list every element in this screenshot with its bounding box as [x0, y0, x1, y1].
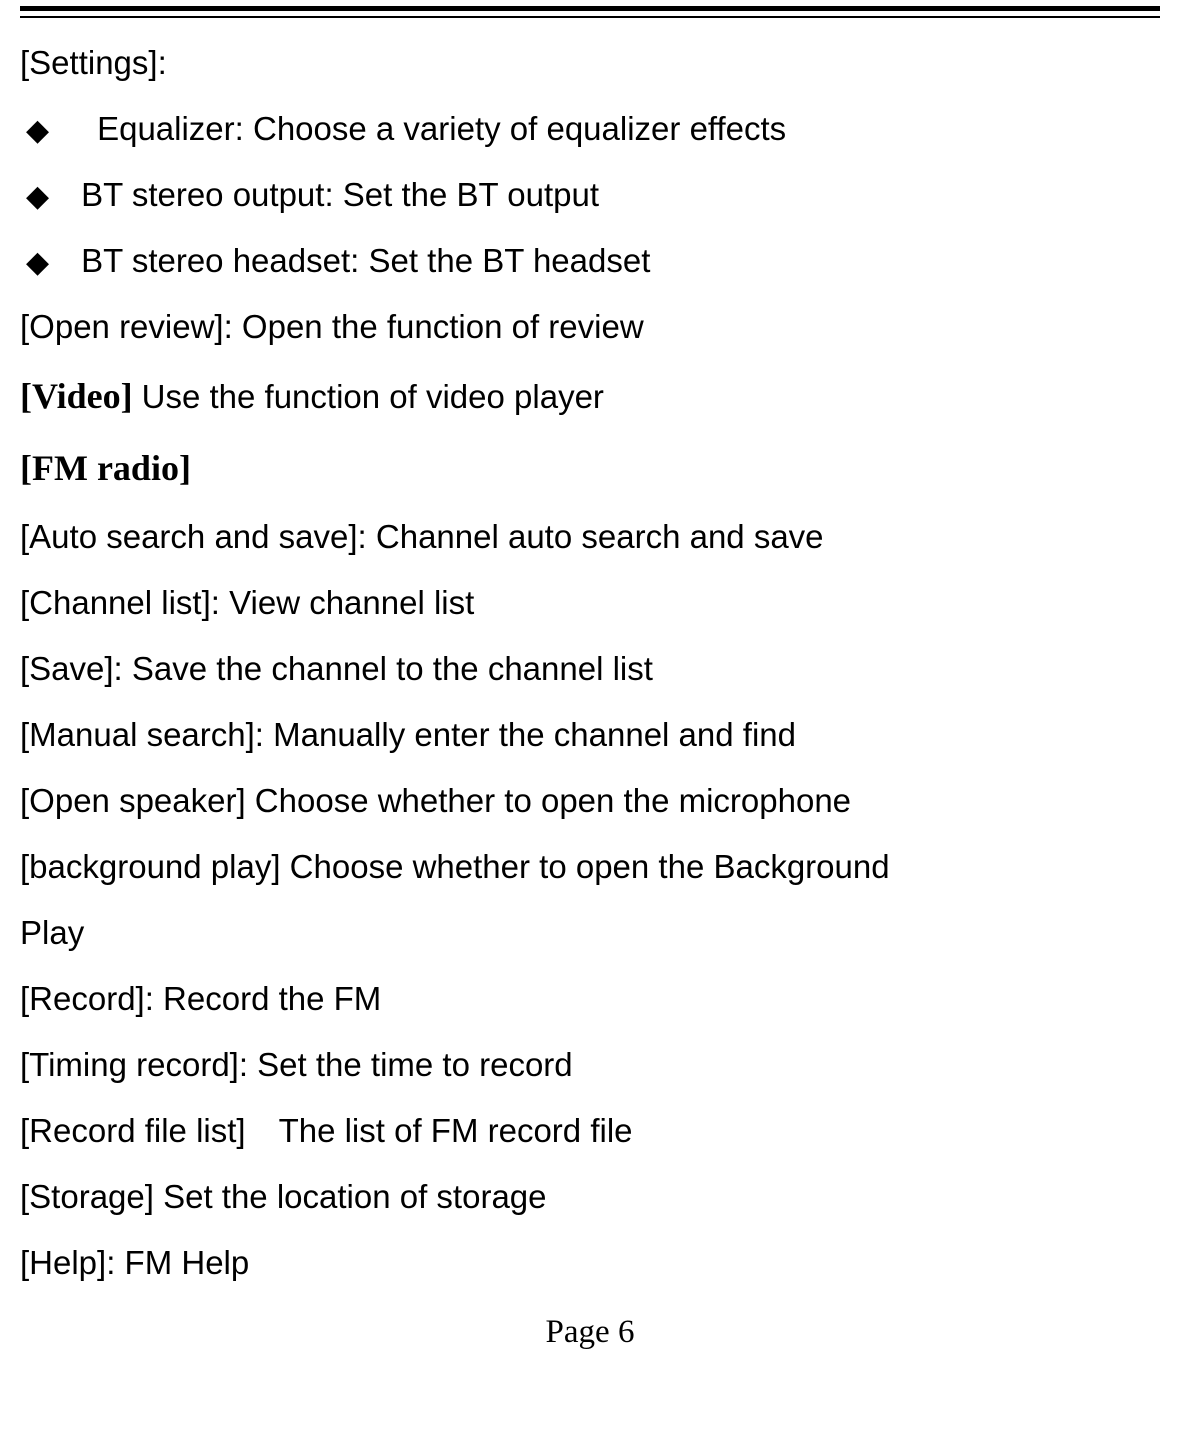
page-number: Page 6 [20, 1314, 1160, 1361]
bullet-bt-output-text: BT stereo output: Set the BT output [81, 162, 599, 228]
video-line: [Video] Use the function of video player [20, 360, 1160, 432]
fm-auto-search: [Auto search and save]: Channel auto sea… [20, 504, 1160, 570]
fm-channel-list: [Channel list]: View channel list [20, 570, 1160, 636]
fm-manual-search: [Manual search]: Manually enter the chan… [20, 702, 1160, 768]
top-horizontal-rule [20, 6, 1160, 18]
fm-background-play-line1: [background play] Choose whether to open… [20, 834, 1160, 900]
fm-timing-record: [Timing record]: Set the time to record [20, 1032, 1160, 1098]
fm-radio-heading: [FM radio] [20, 432, 1160, 504]
fm-record-file-list: [Record file list] The list of FM record… [20, 1098, 1160, 1164]
fm-storage: [Storage] Set the location of storage [20, 1164, 1160, 1230]
bullet-bt-headset: ◆ BT stereo headset: Set the BT headset [20, 228, 1160, 294]
open-review-line: [Open review]: Open the function of revi… [20, 294, 1160, 360]
bullet-bt-headset-text: BT stereo headset: Set the BT headset [81, 228, 650, 294]
bullet-bt-output: ◆ BT stereo output: Set the BT output [20, 162, 1160, 228]
fm-radio-label-bold: [FM radio] [20, 448, 191, 488]
fm-open-speaker: [Open speaker] Choose whether to open th… [20, 768, 1160, 834]
video-description: Use the function of video player [142, 378, 604, 415]
bullet-equalizer: ◆ Equalizer: Choose a variety of equaliz… [20, 96, 1160, 162]
document-body: [Settings]: ◆ Equalizer: Choose a variet… [20, 30, 1160, 1296]
fm-help: [Help]: FM Help [20, 1230, 1160, 1296]
diamond-icon: ◆ [26, 101, 49, 161]
diamond-icon: ◆ [26, 167, 49, 227]
video-label-bold: [Video] [20, 376, 142, 416]
fm-save: [Save]: Save the channel to the channel … [20, 636, 1160, 702]
bullet-equalizer-text: Equalizer: Choose a variety of equalizer… [97, 96, 786, 162]
diamond-icon: ◆ [26, 233, 49, 293]
fm-background-play-line2: Play [20, 900, 1160, 966]
settings-heading: [Settings]: [20, 30, 1160, 96]
fm-record: [Record]: Record the FM [20, 966, 1160, 1032]
